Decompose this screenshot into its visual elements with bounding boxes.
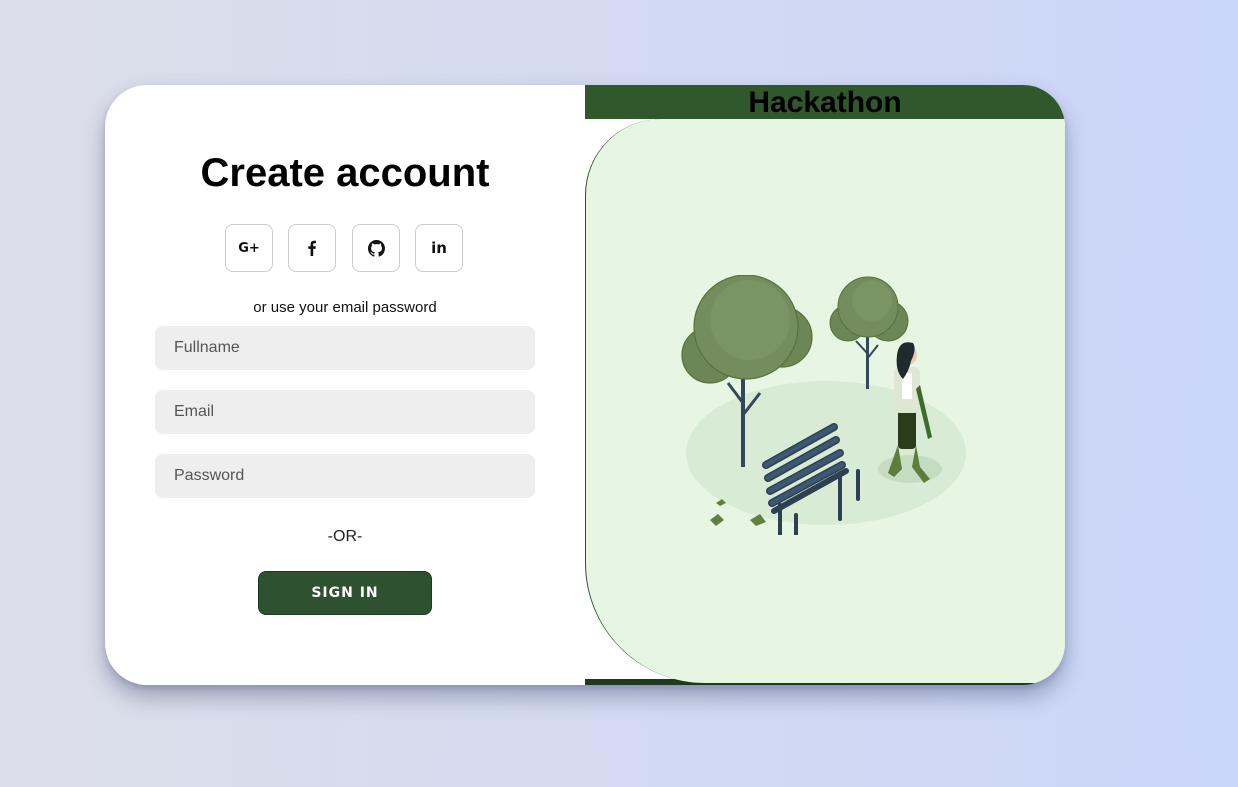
email-signup-hint: or use your email password	[253, 299, 437, 316]
google-plus-button[interactable]: G+	[225, 224, 273, 272]
page-title: Create account	[200, 151, 490, 195]
social-login-row: G+ in	[225, 224, 465, 274]
fullname-field[interactable]	[155, 326, 535, 370]
sign-in-button[interactable]: SIGN IN	[258, 571, 432, 615]
facebook-icon	[304, 240, 320, 256]
github-button[interactable]	[352, 224, 400, 272]
github-icon	[367, 239, 385, 257]
password-field[interactable]	[155, 454, 535, 498]
brand-title: Hackathon	[748, 86, 902, 119]
email-field[interactable]	[155, 390, 535, 434]
linkedin-icon: in	[431, 239, 447, 257]
google-plus-icon: G+	[238, 240, 260, 256]
or-divider: -OR-	[327, 528, 363, 545]
linkedin-button[interactable]: in	[415, 224, 463, 272]
signup-card: Create account G+ in or use your email p…	[105, 85, 1065, 685]
park-bench-woman-walking-illustration	[681, 275, 966, 535]
facebook-button[interactable]	[288, 224, 336, 272]
signup-form: Create account G+ in or use your email p…	[105, 85, 585, 685]
